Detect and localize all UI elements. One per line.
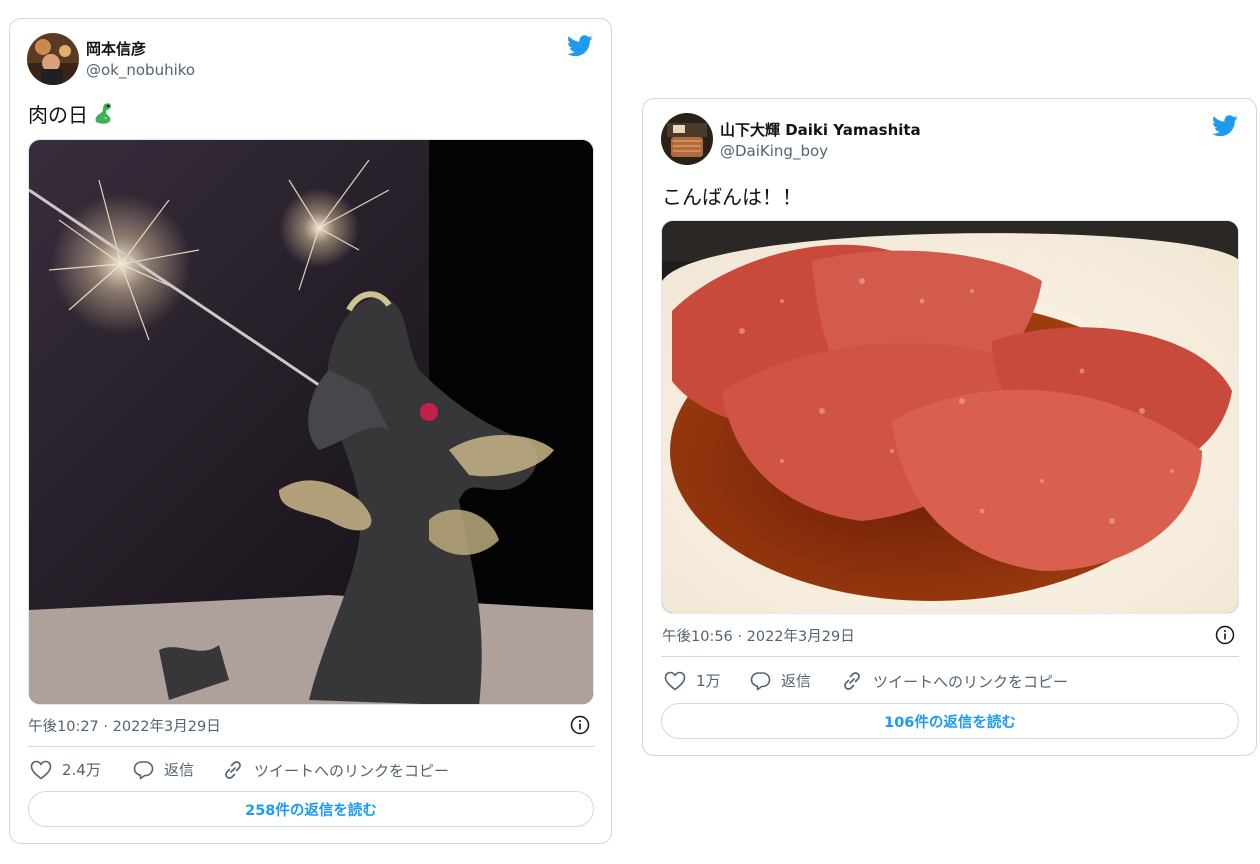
tweet-timestamp[interactable]: 午後10:56 · 2022年3月29日 (662, 625, 855, 646)
author-handle[interactable]: @ok_nobuhiko (86, 61, 195, 79)
copy-link-button[interactable]: ツイートへのリンクをコピー (841, 670, 1068, 692)
author-handle[interactable]: @DaiKing_boy (720, 142, 828, 160)
info-icon[interactable] (570, 715, 590, 735)
reply-button[interactable]: 返信 (133, 759, 194, 780)
reply-button[interactable]: 返信 (750, 670, 811, 691)
divider (661, 656, 1239, 657)
reply-icon (750, 671, 771, 690)
link-icon (844, 672, 860, 690)
heart-icon (30, 760, 52, 780)
like-count: 1万 (696, 672, 721, 690)
link-icon (225, 761, 241, 779)
tweet-text: 肉の日 (28, 99, 116, 131)
tweet-image[interactable] (28, 139, 594, 705)
divider (28, 746, 594, 747)
tweet-image[interactable] (661, 220, 1239, 614)
dragon-emoji-icon (90, 100, 116, 131)
tweet-card: 岡本信彦 @ok_nobuhiko 肉の日 午後10:27 · 2022年3月2… (9, 18, 612, 844)
copy-link-button[interactable]: ツイートへのリンクをコピー (222, 759, 449, 781)
author-name[interactable]: 山下大輝 Daiki Yamashita (720, 119, 921, 140)
tweet-timestamp[interactable]: 午後10:27 · 2022年3月29日 (28, 715, 221, 736)
tweet-card: 山下大輝 Daiki Yamashita @DaiKing_boy こんばんは！… (642, 98, 1257, 756)
heart-icon (664, 671, 686, 691)
reply-label: 返信 (164, 761, 195, 779)
twitter-bird-icon[interactable] (567, 35, 593, 57)
author-name[interactable]: 岡本信彦 (86, 38, 146, 59)
like-count: 2.4万 (62, 761, 101, 779)
read-replies-button[interactable]: 258件の返信を読む (28, 791, 594, 827)
copy-link-label: ツイートへのリンクをコピー (873, 672, 1069, 691)
reply-label: 返信 (781, 672, 812, 690)
info-icon[interactable] (1215, 625, 1235, 645)
twitter-bird-icon[interactable] (1212, 115, 1238, 137)
avatar[interactable] (27, 33, 79, 85)
reply-icon (133, 760, 154, 779)
like-button[interactable]: 2.4万 (30, 759, 101, 780)
read-replies-button[interactable]: 106件の返信を読む (661, 703, 1239, 739)
tweet-text: こんばんは！！ (662, 185, 802, 209)
copy-link-label: ツイートへのリンクをコピー (254, 761, 450, 780)
like-button[interactable]: 1万 (664, 670, 721, 691)
avatar[interactable] (661, 113, 713, 165)
